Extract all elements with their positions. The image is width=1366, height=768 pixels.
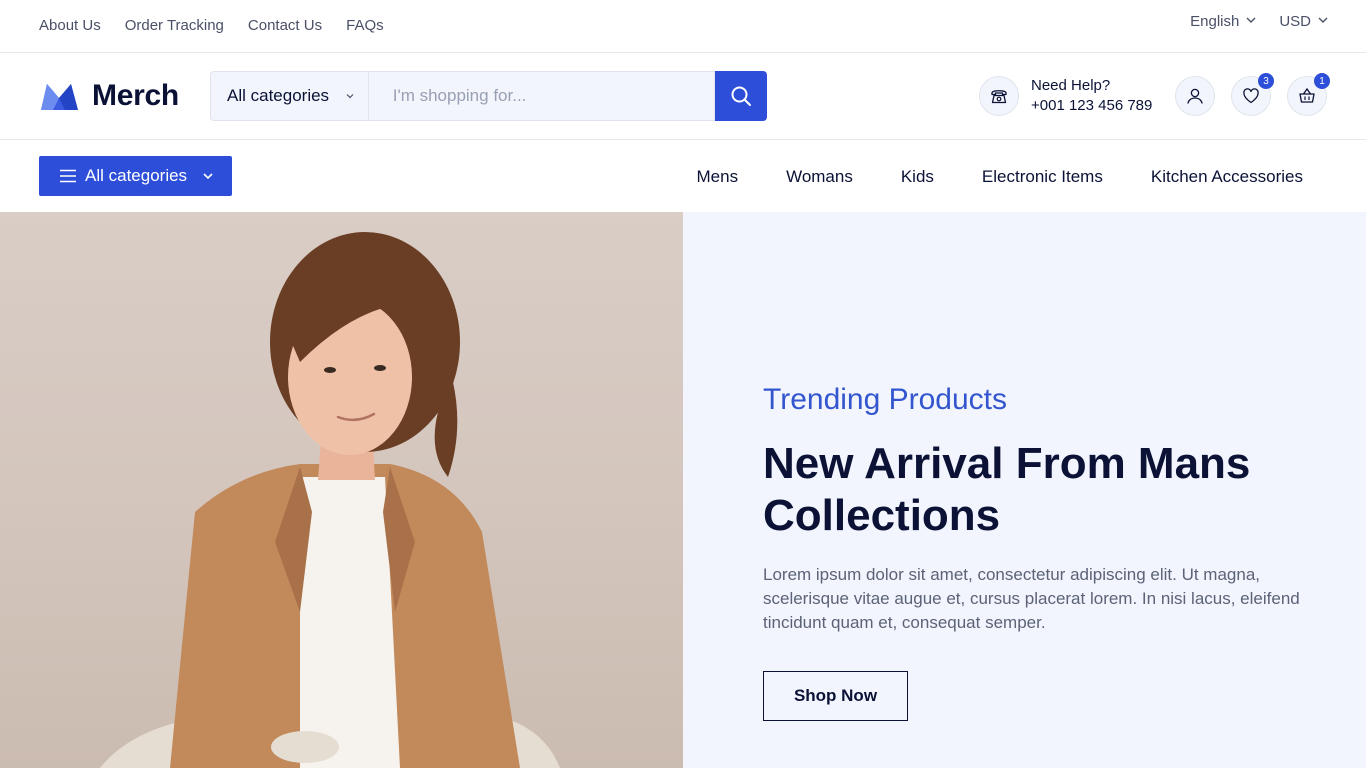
all-categories-label: All categories [85, 166, 188, 185]
order-tracking-link[interactable]: Order Tracking [125, 17, 224, 34]
faqs-link[interactable]: FAQs [346, 17, 384, 34]
nav-mens[interactable]: Mens [697, 167, 739, 187]
cart-count-badge: 1 [1314, 73, 1330, 89]
search-category-label: All categories [227, 86, 330, 105]
top-utility-bar: About Us Order Tracking Contact Us FAQs … [0, 0, 1366, 53]
cart-button[interactable]: 1 [1287, 73, 1330, 116]
hero-description: Lorem ipsum dolor sit amet, consectetur … [763, 565, 1300, 632]
wishlist-count-badge: 3 [1258, 73, 1274, 89]
user-icon [1185, 86, 1205, 106]
heart-icon [1241, 86, 1261, 106]
phone-icon [989, 86, 1009, 106]
brand-name: Merch [92, 79, 179, 112]
model-illustration [100, 232, 560, 768]
header-actions: 3 1 [1175, 73, 1330, 116]
main-header: Merch All categories Need Help? +001 123… [0, 53, 1366, 140]
help-label: Need Help? [1031, 77, 1111, 94]
help-text: Need Help? +001 123 456 789 [1031, 76, 1152, 116]
help-contact: Need Help? +001 123 456 789 [979, 76, 1152, 116]
wishlist-button[interactable]: 3 [1231, 73, 1274, 116]
logo-mark-icon [39, 80, 80, 112]
contact-us-link[interactable]: Contact Us [248, 17, 322, 34]
chevron-down-icon [202, 170, 214, 182]
nav-kids[interactable]: Kids [901, 167, 934, 187]
brand-logo[interactable]: Merch [39, 79, 179, 113]
basket-icon [1297, 86, 1317, 106]
help-phone[interactable]: +001 123 456 789 [1031, 96, 1152, 116]
chevron-down-icon [344, 90, 356, 102]
hero-banner: Trending Products New Arrival From Mans … [0, 212, 1366, 768]
chevron-down-icon [1245, 13, 1257, 30]
currency-label: USD [1279, 13, 1311, 30]
nav-womans[interactable]: Womans [786, 167, 853, 187]
hero-model-photo [0, 212, 683, 768]
search-category-select[interactable]: All categories [210, 71, 368, 121]
top-links: About Us Order Tracking Contact Us FAQs [39, 17, 384, 34]
hamburger-icon [59, 169, 77, 183]
preferences: English USD [1190, 13, 1329, 30]
language-label: English [1190, 13, 1240, 30]
search-icon [730, 85, 752, 107]
hero-content: Trending Products New Arrival From Mans … [683, 212, 1366, 768]
all-categories-button[interactable]: All categories [39, 156, 232, 196]
about-us-link[interactable]: About Us [39, 17, 101, 34]
search-input[interactable] [367, 71, 716, 121]
chevron-down-icon [1317, 13, 1329, 30]
hero-headline: New Arrival From Mans Collections [763, 439, 1251, 540]
account-button[interactable] [1175, 76, 1215, 116]
category-nav: All categories Mens Womans Kids Electron… [0, 140, 1366, 212]
phone-button[interactable] [979, 76, 1019, 116]
shop-now-button[interactable]: Shop Now [763, 671, 908, 721]
currency-selector[interactable]: USD [1279, 13, 1329, 30]
nav-kitchen-accessories[interactable]: Kitchen Accessories [1151, 167, 1303, 187]
language-selector[interactable]: English [1190, 13, 1257, 30]
hero-kicker: Trending Products [763, 383, 1008, 416]
nav-links: Mens Womans Kids Electronic Items Kitche… [697, 167, 1304, 187]
nav-electronic-items[interactable]: Electronic Items [982, 167, 1103, 187]
search-bar: All categories [210, 71, 767, 121]
search-button[interactable] [715, 71, 767, 121]
